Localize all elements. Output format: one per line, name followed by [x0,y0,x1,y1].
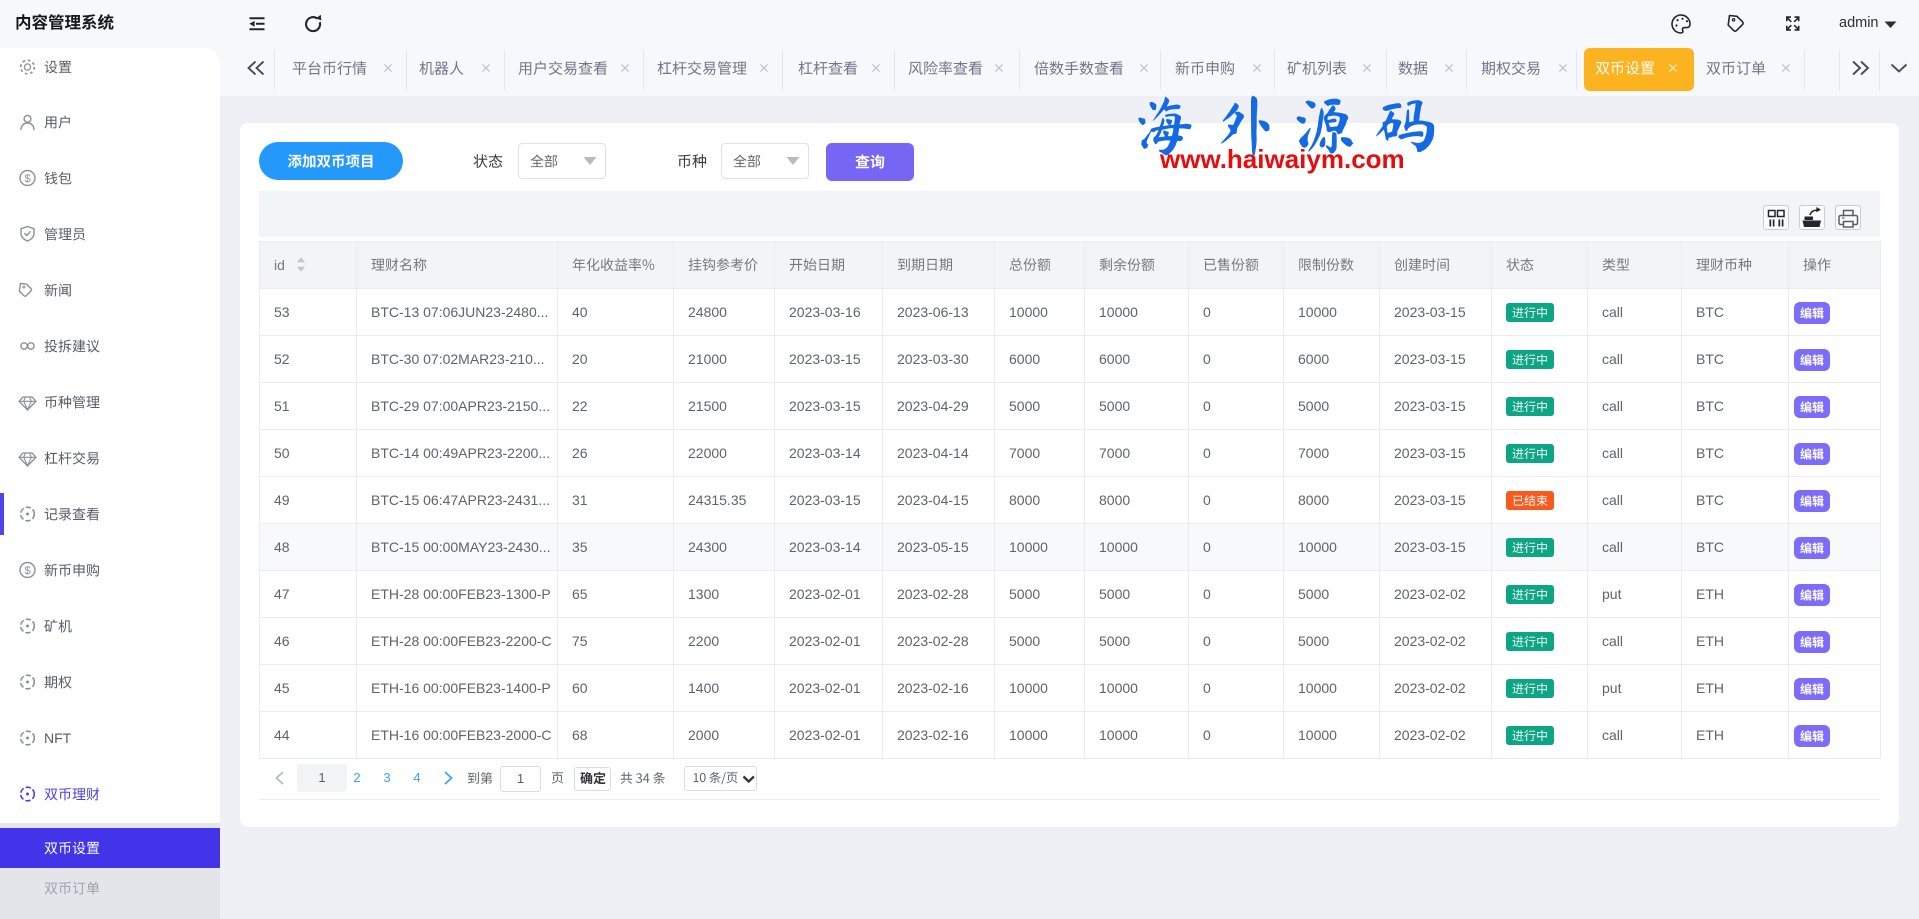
svg-text:$: $ [24,173,30,185]
svg-text:$: $ [24,565,30,577]
